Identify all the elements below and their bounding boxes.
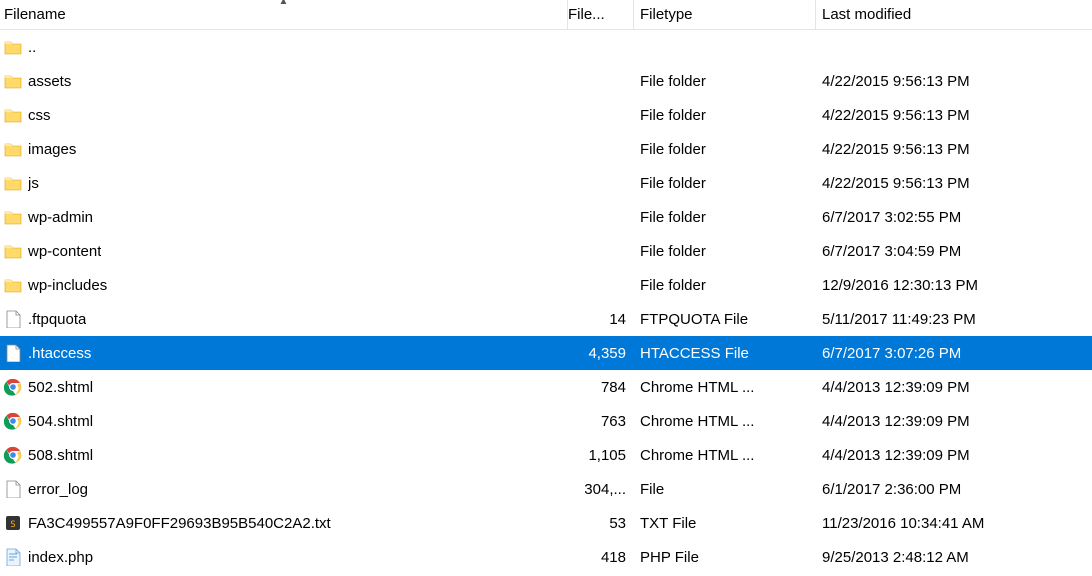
file-type: File folder	[634, 175, 816, 192]
folder-icon	[4, 276, 22, 294]
file-modified: 4/4/2013 12:39:09 PM	[816, 413, 1092, 430]
file-size: 763	[568, 413, 634, 430]
chrome-icon	[4, 412, 22, 430]
table-row[interactable]: error_log 304,...File6/1/2017 2:36:00 PM	[0, 472, 1092, 506]
table-row[interactable]: css File folder4/22/2015 9:56:13 PM	[0, 98, 1092, 132]
file-type: Chrome HTML ...	[634, 413, 816, 430]
sort-asc-icon: ▲	[279, 0, 289, 7]
table-row[interactable]: .ftpquota 14FTPQUOTA File5/11/2017 11:49:…	[0, 302, 1092, 336]
file-name: css	[28, 107, 51, 124]
header-label: File...	[568, 6, 625, 23]
file-type: File folder	[634, 73, 816, 90]
column-header-lastmod[interactable]: Last modified	[816, 0, 1092, 29]
file-name: index.php	[28, 549, 93, 566]
file-modified: 5/11/2017 11:49:23 PM	[816, 311, 1092, 328]
file-modified: 11/23/2016 10:34:41 AM	[816, 515, 1092, 532]
file-modified: 6/7/2017 3:07:26 PM	[816, 345, 1092, 362]
file-modified: 4/22/2015 9:56:13 PM	[816, 175, 1092, 192]
file-type: File folder	[634, 209, 816, 226]
column-header-filetype[interactable]: Filetype	[634, 0, 816, 29]
file-type: File folder	[634, 107, 816, 124]
table-row[interactable]: wp-includes File folder12/9/2016 12:30:13…	[0, 268, 1092, 302]
file-modified: 9/25/2013 2:48:12 AM	[816, 549, 1092, 566]
file-size: 418	[568, 549, 634, 566]
file-modified: 4/22/2015 9:56:13 PM	[816, 73, 1092, 90]
file-name: wp-content	[28, 243, 101, 260]
header-label: Filename	[4, 6, 66, 23]
file-modified: 4/22/2015 9:56:13 PM	[816, 141, 1092, 158]
file-type: File folder	[634, 243, 816, 260]
file-type: HTACCESS File	[634, 345, 816, 362]
file-name: images	[28, 141, 76, 158]
file-name: 502.shtml	[28, 379, 93, 396]
file-size: 304,...	[568, 481, 634, 498]
file-modified: 12/9/2016 12:30:13 PM	[816, 277, 1092, 294]
file-size: 14	[568, 311, 634, 328]
file-type: Chrome HTML ...	[634, 447, 816, 464]
table-row[interactable]: wp-admin File folder6/7/2017 3:02:55 PM	[0, 200, 1092, 234]
file-modified: 6/7/2017 3:04:59 PM	[816, 243, 1092, 260]
file-name: assets	[28, 73, 71, 90]
column-header-filesize[interactable]: File...	[568, 0, 634, 29]
file-modified: 4/4/2013 12:39:09 PM	[816, 447, 1092, 464]
chrome-icon	[4, 378, 22, 396]
file-size: 1,105	[568, 447, 634, 464]
folder-icon	[4, 72, 22, 90]
table-row[interactable]: ..	[0, 30, 1092, 64]
php-icon	[4, 548, 22, 566]
table-row[interactable]: js File folder4/22/2015 9:56:13 PM	[0, 166, 1092, 200]
blank-icon	[4, 344, 22, 362]
file-size: 53	[568, 515, 634, 532]
folder-icon	[4, 208, 22, 226]
file-type: File folder	[634, 141, 816, 158]
table-row[interactable]: 504.shtml 763Chrome HTML ...4/4/2013 12:3…	[0, 404, 1092, 438]
file-type: PHP File	[634, 549, 816, 566]
column-header-filename[interactable]: ▲ Filename	[0, 0, 568, 29]
txt-icon	[4, 514, 22, 532]
file-type: FTPQUOTA File	[634, 311, 816, 328]
header-label: Last modified	[822, 6, 911, 23]
file-name: FA3C499557A9F0FF29693B95B540C2A2.txt	[28, 515, 331, 532]
file-type: Chrome HTML ...	[634, 379, 816, 396]
file-modified: 6/1/2017 2:36:00 PM	[816, 481, 1092, 498]
table-row[interactable]: .htaccess 4,359HTACCESS File6/7/2017 3:07…	[0, 336, 1092, 370]
file-name: ..	[28, 39, 36, 56]
table-row[interactable]: images File folder4/22/2015 9:56:13 PM	[0, 132, 1092, 166]
blank-icon	[4, 480, 22, 498]
file-name: 508.shtml	[28, 447, 93, 464]
blank-icon	[4, 310, 22, 328]
chrome-icon	[4, 446, 22, 464]
table-row[interactable]: 508.shtml 1,105Chrome HTML ...4/4/2013 12…	[0, 438, 1092, 472]
table-row[interactable]: 502.shtml 784Chrome HTML ...4/4/2013 12:3…	[0, 370, 1092, 404]
file-type: File folder	[634, 277, 816, 294]
folder-icon	[4, 38, 22, 56]
file-name: js	[28, 175, 39, 192]
file-name: wp-includes	[28, 277, 107, 294]
folder-icon	[4, 140, 22, 158]
file-listing: ▲ Filename File... Filetype Last modifie…	[0, 0, 1092, 574]
file-modified: 4/4/2013 12:39:09 PM	[816, 379, 1092, 396]
file-name: .ftpquota	[28, 311, 86, 328]
folder-icon	[4, 106, 22, 124]
file-size: 4,359	[568, 345, 634, 362]
file-modified: 6/7/2017 3:02:55 PM	[816, 209, 1092, 226]
folder-icon	[4, 242, 22, 260]
table-row[interactable]: index.php 418PHP File9/25/2013 2:48:12 AM	[0, 540, 1092, 574]
file-name: 504.shtml	[28, 413, 93, 430]
folder-icon	[4, 174, 22, 192]
file-name: .htaccess	[28, 345, 91, 362]
table-row[interactable]: assets File folder4/22/2015 9:56:13 PM	[0, 64, 1092, 98]
file-name: wp-admin	[28, 209, 93, 226]
header-label: Filetype	[640, 6, 693, 23]
file-modified: 4/22/2015 9:56:13 PM	[816, 107, 1092, 124]
file-name: error_log	[28, 481, 88, 498]
table-row[interactable]: FA3C499557A9F0FF29693B95B540C2A2.txt 53TX…	[0, 506, 1092, 540]
file-size: 784	[568, 379, 634, 396]
table-row[interactable]: wp-content File folder6/7/2017 3:04:59 PM	[0, 234, 1092, 268]
file-type: File	[634, 481, 816, 498]
file-type: TXT File	[634, 515, 816, 532]
column-header-row: ▲ Filename File... Filetype Last modifie…	[0, 0, 1092, 30]
